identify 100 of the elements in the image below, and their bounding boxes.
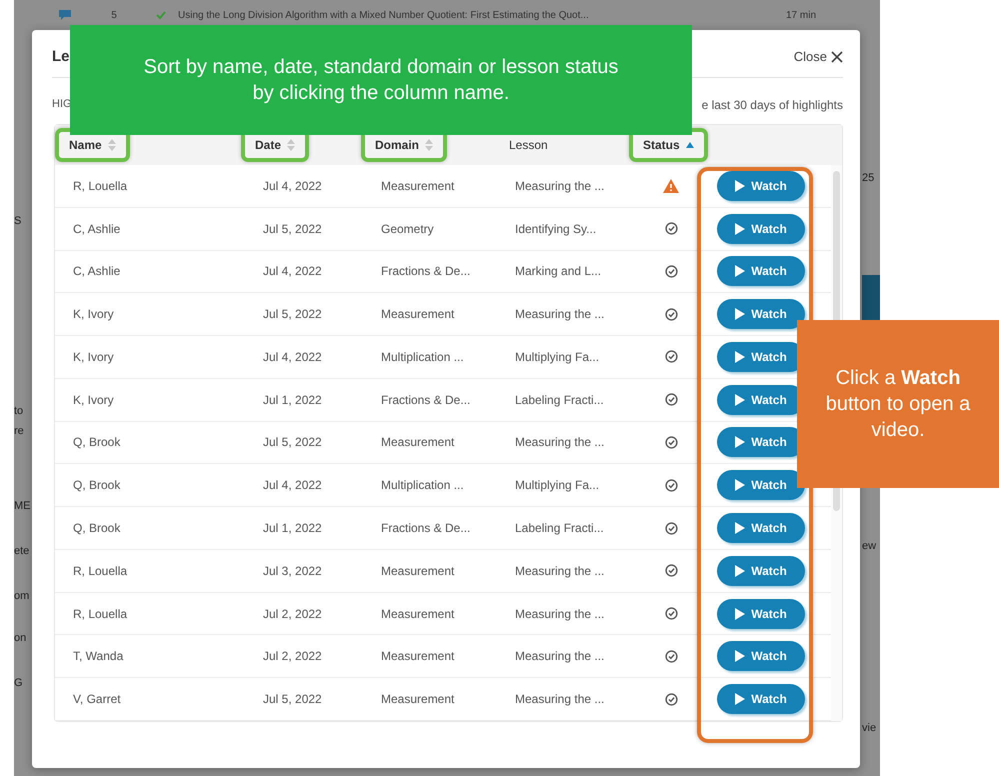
play-icon	[735, 650, 746, 662]
watch-button[interactable]: Watch	[717, 513, 805, 543]
table-cell-text: Fractions & De...	[380, 392, 472, 407]
watch-button[interactable]: Watch	[717, 470, 805, 500]
play-icon	[735, 394, 746, 406]
background-bar	[862, 275, 880, 320]
table-cell-text: K, Ivory	[72, 307, 115, 322]
table-cell-text: Measuring the ...	[514, 307, 606, 322]
table-cell-text: Jul 2, 2022	[262, 649, 323, 664]
play-icon	[735, 436, 746, 448]
table-cell-text: Measurement	[380, 307, 456, 322]
table-cell-text: Fractions & De...	[380, 521, 472, 535]
background-text: on	[14, 632, 28, 646]
table-cell-text: T, Wanda	[72, 649, 124, 664]
background-text: ew	[862, 540, 878, 552]
play-icon	[735, 350, 746, 363]
watch-callout: Click a Watch button to open a video.	[797, 320, 999, 488]
table-cell-text: C, Ashlie	[72, 264, 122, 278]
table-cell-text: Multiplication ...	[380, 478, 465, 492]
close-icon	[831, 50, 843, 62]
close-button[interactable]: Close	[794, 49, 843, 64]
watch-button[interactable]: Watch	[717, 556, 805, 586]
sort-callout: Sort by name, date, standard domain or lesson status by clicking the column name.	[70, 25, 692, 135]
background-text: ete	[14, 545, 30, 559]
play-icon	[735, 564, 746, 577]
table-cell-text: Marking and L...	[514, 264, 602, 278]
table-cell-text: Identifying Sy...	[514, 222, 598, 236]
table-cell-text: R, Louella	[72, 178, 128, 193]
watch-button[interactable]: Watch	[717, 641, 805, 672]
table-cell-text: Labeling Fracti...	[514, 392, 605, 407]
background-text: to	[14, 405, 24, 419]
table-cell-text: K, Ivory	[72, 392, 115, 407]
table-cell-text: R, Louella	[72, 606, 128, 621]
table-cell-text: Measuring the ...	[514, 178, 606, 193]
background-text: re	[14, 425, 25, 439]
sort-icon	[425, 139, 434, 151]
play-icon	[735, 608, 746, 620]
table-cell-text: Multiplying Fa...	[514, 350, 600, 364]
play-icon	[735, 522, 746, 534]
table-cell-text: Measurement	[380, 649, 456, 664]
watch-button[interactable]: Watch	[717, 598, 805, 629]
play-icon	[735, 693, 746, 706]
table-cell-text: Jul 4, 2022	[262, 264, 323, 278]
table-cell-text: Jul 4, 2022	[262, 350, 323, 364]
table-cell-text: Labeling Fracti...	[514, 521, 605, 535]
table-cell-text: Jul 1, 2022	[262, 521, 323, 535]
table-cell-text: Jul 5, 2022	[262, 222, 323, 236]
table-cell-text: Measurement	[380, 606, 456, 621]
table-cell-text: Jul 4, 2022	[262, 178, 323, 193]
table-cell-text: Measuring the ...	[514, 606, 606, 621]
check-icon	[156, 10, 166, 20]
table-cell-text: Measuring the ...	[514, 692, 606, 706]
table-cell-text: Measuring the ...	[514, 564, 606, 578]
table-cell-text: Q, Brook	[72, 435, 122, 450]
watch-button[interactable]: Watch	[717, 170, 805, 201]
table-cell-text: Q, Brook	[72, 521, 122, 535]
background-text: 25	[862, 172, 876, 184]
play-icon	[735, 265, 746, 278]
table-cell-text: R, Louella	[72, 564, 128, 578]
table-cell-text: Measurement	[380, 178, 456, 193]
watch-button[interactable]: Watch	[717, 256, 805, 286]
table-cell-text: Jul 5, 2022	[262, 307, 323, 322]
table-cell-text: Jul 5, 2022	[262, 435, 323, 450]
lesson-title: Using the Long Division Algorithm with a Mixed Number Quotient: First Estimating the Quot...	[178, 10, 590, 20]
table-cell-text: K, Ivory	[72, 350, 115, 364]
lesson-duration: 17 min	[786, 10, 816, 20]
watch-button[interactable]: Watch	[717, 684, 805, 714]
play-icon	[735, 180, 746, 192]
watch-button[interactable]: Watch	[717, 299, 805, 330]
background-text: om	[14, 590, 30, 604]
table-cell-text: C, Ashlie	[72, 222, 122, 236]
table-cell-text: Jul 3, 2022	[262, 564, 323, 578]
table-cell-text: Geometry	[380, 222, 435, 236]
table-cell-text: Measuring the ...	[514, 649, 606, 664]
sort-icon	[287, 139, 296, 151]
range-note: e last 30 days of highlights	[702, 98, 843, 112]
section-label: HIG	[52, 98, 72, 112]
play-icon	[735, 308, 746, 320]
table-cell-text: Jul 4, 2022	[262, 478, 323, 492]
table-cell-text: Multiplication ...	[380, 350, 465, 364]
table-cell-text: V, Garret	[72, 692, 122, 706]
background-text: G	[14, 677, 24, 691]
background-text: vie	[862, 722, 878, 734]
play-icon	[735, 222, 746, 235]
table-cell-text: Measurement	[380, 435, 456, 450]
table-cell-text: Jul 5, 2022	[262, 692, 323, 706]
table-cell-text: Q, Brook	[72, 478, 122, 492]
table-cell-text: Jul 2, 2022	[262, 606, 323, 621]
chat-icon	[58, 9, 72, 21]
table-cell-text: Measuring the ...	[514, 435, 606, 450]
table-cell-text: Measurement	[380, 564, 456, 578]
sort-icon	[108, 139, 116, 151]
table-cell-text: Fractions & De...	[380, 264, 472, 278]
play-icon	[735, 479, 746, 492]
dialog-title: Le	[52, 48, 70, 65]
background-text: ME	[14, 500, 30, 514]
sort-up-icon	[686, 142, 694, 148]
row-count: 5	[110, 10, 118, 20]
watch-button[interactable]: Watch	[717, 214, 805, 244]
table-cell-text: Jul 1, 2022	[262, 392, 323, 407]
